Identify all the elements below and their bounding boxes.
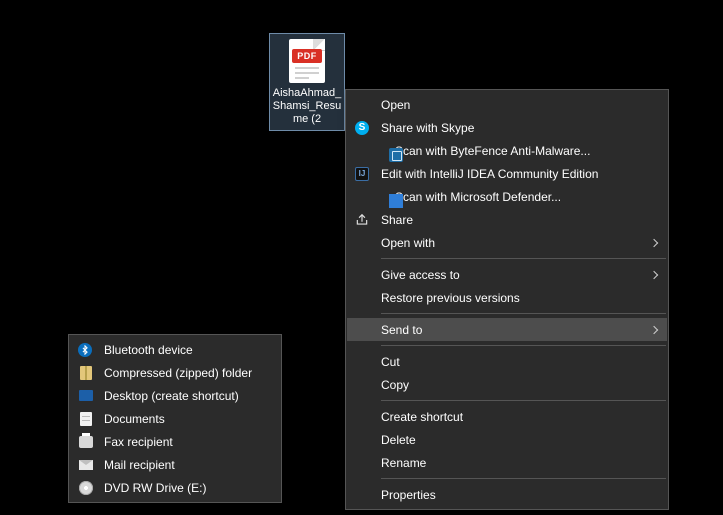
mail-icon (79, 460, 93, 470)
menu-bytefence-label: Scan with ByteFence Anti-Malware... (395, 144, 641, 158)
desktop-icon (79, 390, 93, 401)
sendto-bluetooth[interactable]: Bluetooth device (70, 338, 280, 361)
menu-share[interactable]: Share (347, 208, 667, 231)
desktop[interactable]: PDF AishaAhmad_Shamsi_Resume (2 Open S S… (0, 0, 723, 515)
menu-open-label: Open (381, 98, 641, 112)
sendto-desktop-label: Desktop (create shortcut) (104, 389, 254, 403)
menu-restore[interactable]: Restore previous versions (347, 286, 667, 309)
sendto-submenu: Bluetooth device Compressed (zipped) fol… (68, 334, 282, 503)
menu-properties-label: Properties (381, 488, 641, 502)
defender-icon (389, 194, 403, 208)
sendto-documents-label: Documents (104, 412, 254, 426)
sendto-zip[interactable]: Compressed (zipped) folder (70, 361, 280, 384)
sendto-desktop[interactable]: Desktop (create shortcut) (70, 384, 280, 407)
file-item[interactable]: PDF AishaAhmad_Shamsi_Resume (2 (269, 33, 345, 131)
share-icon (355, 213, 369, 227)
menu-rename[interactable]: Rename (347, 451, 667, 474)
menu-bytefence[interactable]: Scan with ByteFence Anti-Malware... (347, 139, 667, 162)
dvd-icon (79, 481, 93, 495)
chevron-right-icon (650, 238, 658, 246)
menu-delete[interactable]: Delete (347, 428, 667, 451)
sendto-dvd-label: DVD RW Drive (E:) (104, 481, 254, 495)
menu-restore-label: Restore previous versions (381, 291, 641, 305)
intellij-icon: IJ (355, 167, 369, 181)
zip-icon (80, 366, 92, 380)
menu-create-shortcut[interactable]: Create shortcut (347, 405, 667, 428)
sendto-documents[interactable]: Documents (70, 407, 280, 430)
sendto-bluetooth-label: Bluetooth device (104, 343, 254, 357)
menu-share-label: Share (381, 213, 641, 227)
menu-copy-label: Copy (381, 378, 641, 392)
pdf-file-icon: PDF (289, 39, 325, 83)
file-label: AishaAhmad_Shamsi_Resume (2 (272, 87, 342, 126)
menu-rename-label: Rename (381, 456, 641, 470)
menu-intellij-label: Edit with IntelliJ IDEA Community Editio… (381, 167, 641, 181)
sendto-fax[interactable]: Fax recipient (70, 430, 280, 453)
menu-give-access-label: Give access to (381, 268, 641, 282)
menu-delete-label: Delete (381, 433, 641, 447)
separator (381, 258, 666, 259)
sendto-mail[interactable]: Mail recipient (70, 453, 280, 476)
menu-share-skype-label: Share with Skype (381, 121, 641, 135)
separator (381, 313, 666, 314)
menu-open-with[interactable]: Open with (347, 231, 667, 254)
menu-open-with-label: Open with (381, 236, 641, 250)
menu-defender-label: Scan with Microsoft Defender... (395, 190, 641, 204)
chevron-right-icon (650, 325, 658, 333)
separator (381, 345, 666, 346)
sendto-zip-label: Compressed (zipped) folder (104, 366, 254, 380)
menu-share-skype[interactable]: S Share with Skype (347, 116, 667, 139)
pdf-badge: PDF (292, 49, 322, 63)
separator (381, 478, 666, 479)
sendto-dvd[interactable]: DVD RW Drive (E:) (70, 476, 280, 499)
menu-defender[interactable]: Scan with Microsoft Defender... (347, 185, 667, 208)
menu-give-access[interactable]: Give access to (347, 263, 667, 286)
menu-cut[interactable]: Cut (347, 350, 667, 373)
menu-send-to[interactable]: Send to (347, 318, 667, 341)
context-menu: Open S Share with Skype Scan with ByteFe… (345, 89, 669, 510)
bytefence-icon (389, 148, 403, 162)
menu-cut-label: Cut (381, 355, 641, 369)
skype-icon: S (355, 121, 369, 135)
menu-open[interactable]: Open (347, 93, 667, 116)
menu-properties[interactable]: Properties (347, 483, 667, 506)
documents-icon (80, 412, 92, 426)
menu-shortcut-label: Create shortcut (381, 410, 641, 424)
chevron-right-icon (650, 270, 658, 278)
sendto-mail-label: Mail recipient (104, 458, 254, 472)
bluetooth-icon (78, 343, 92, 357)
menu-send-to-label: Send to (381, 323, 641, 337)
sendto-fax-label: Fax recipient (104, 435, 254, 449)
menu-intellij[interactable]: IJ Edit with IntelliJ IDEA Community Edi… (347, 162, 667, 185)
fax-icon (79, 436, 93, 448)
separator (381, 400, 666, 401)
menu-copy[interactable]: Copy (347, 373, 667, 396)
